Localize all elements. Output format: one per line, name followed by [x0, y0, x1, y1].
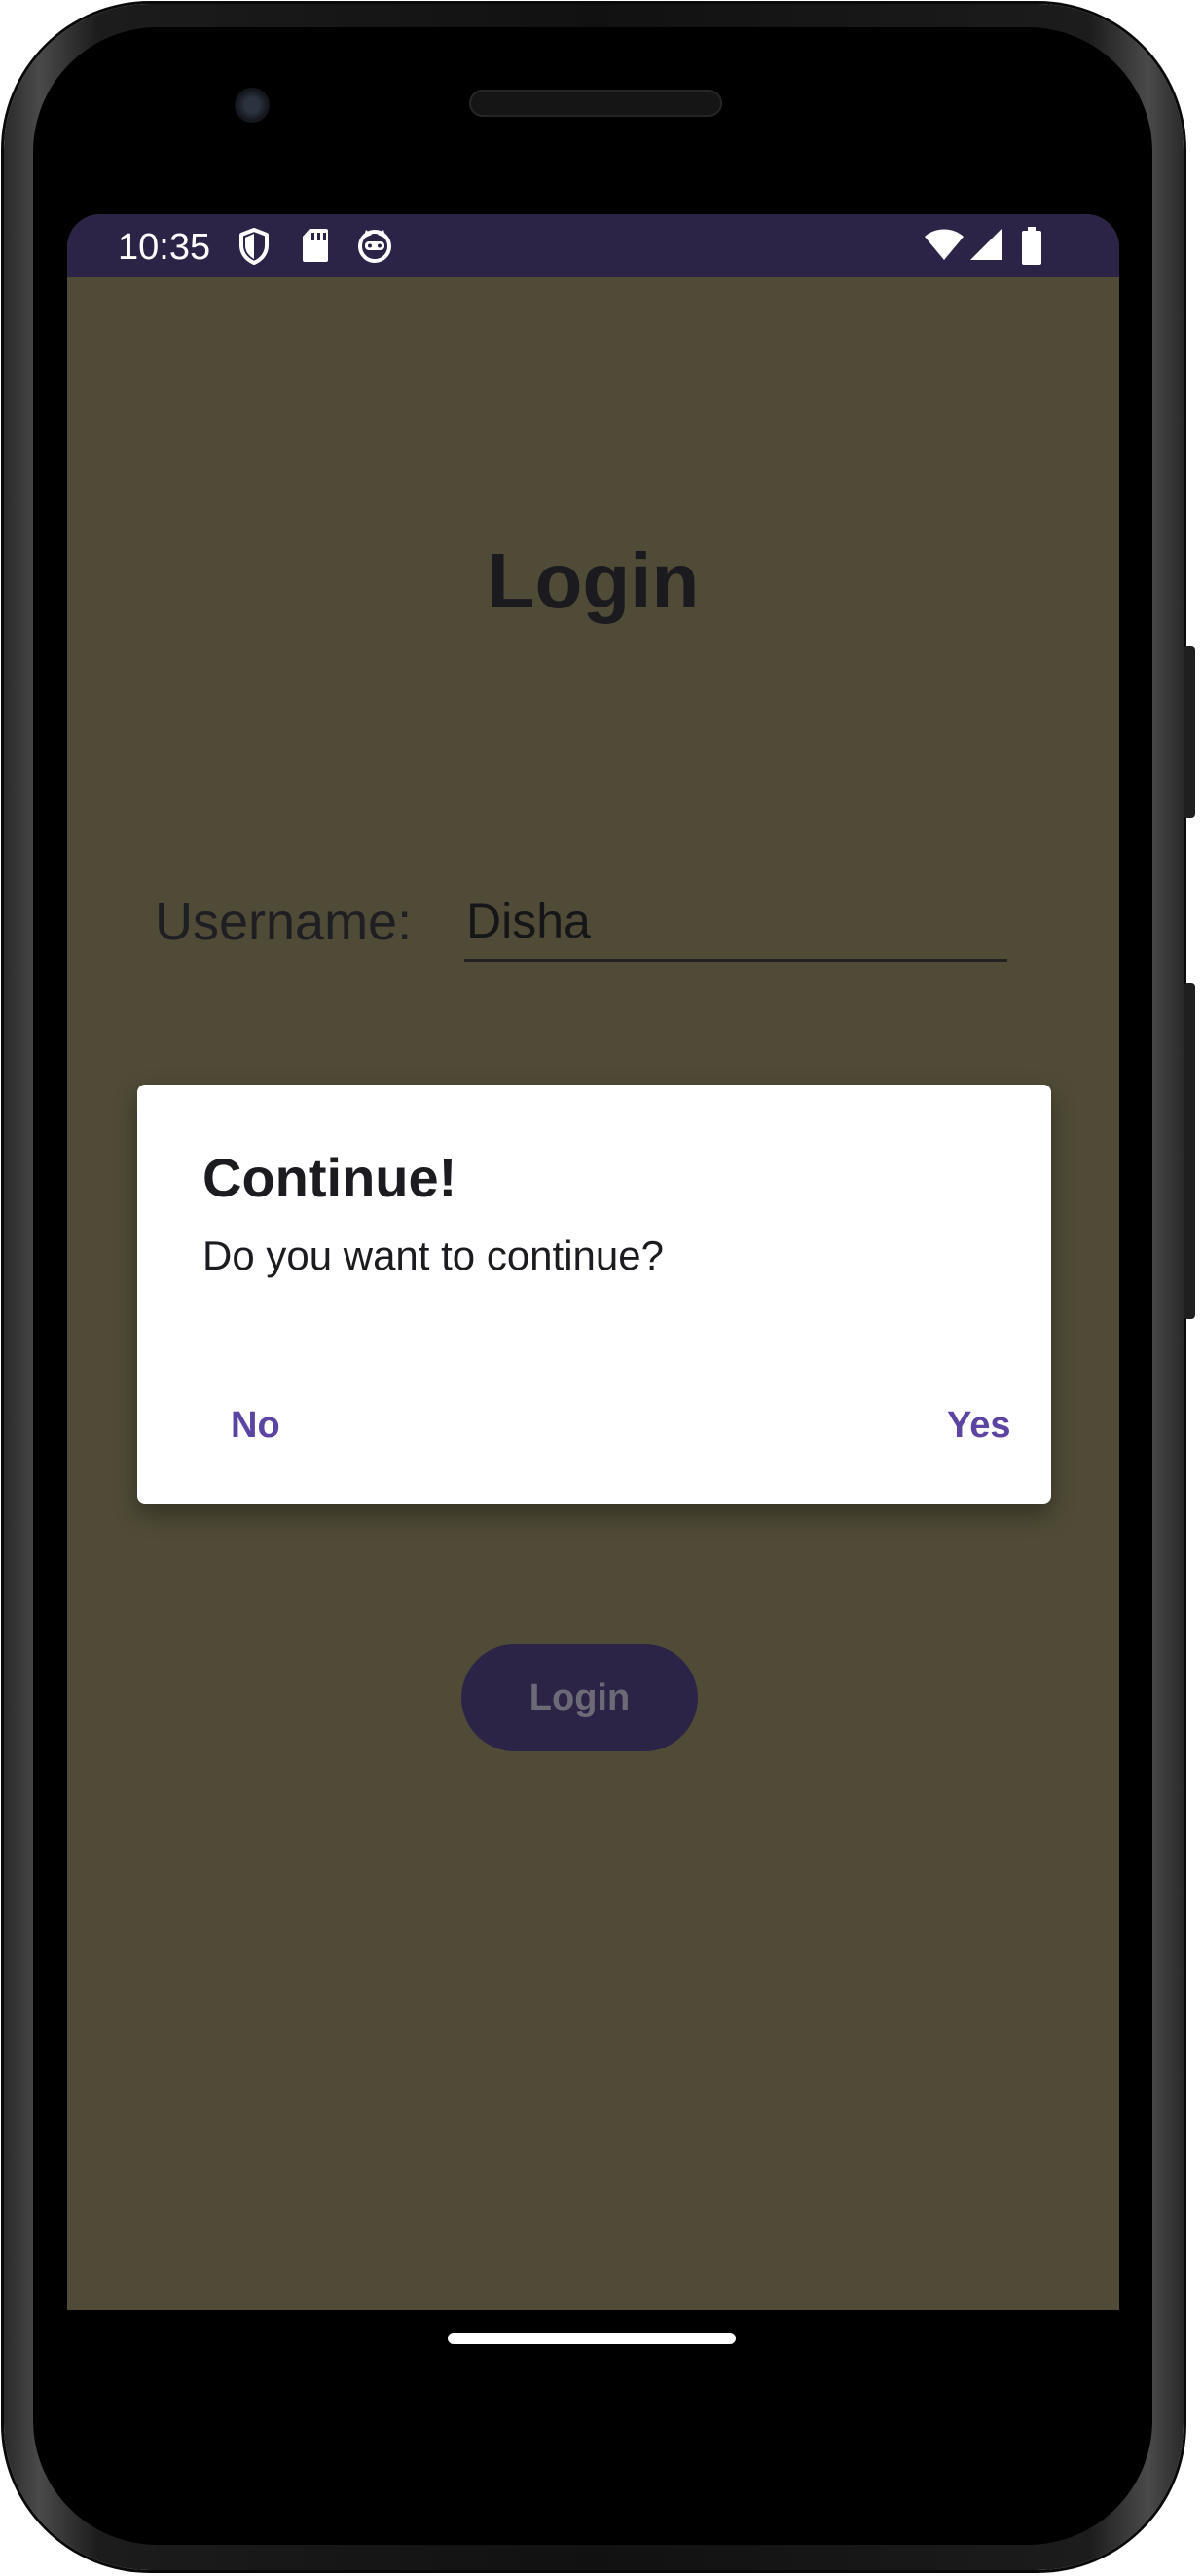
username-input[interactable]: Disha — [464, 884, 1007, 962]
front-camera — [235, 88, 270, 123]
page-title: Login — [487, 537, 700, 624]
confirm-dialog: Continue! Do you want to continue? No Ye… — [137, 1085, 1051, 1504]
home-indicator[interactable] — [448, 2333, 736, 2344]
app-screen: 10:35 Login Username: Disha Login Contin… — [67, 214, 1119, 2310]
dialog-title: Continue! — [202, 1147, 457, 1208]
status-bar: 10:35 — [67, 214, 1119, 277]
sd-card-icon — [303, 229, 328, 262]
yes-button[interactable]: Yes — [918, 1390, 1040, 1460]
battery-icon — [1022, 227, 1041, 265]
cell-signal-icon — [970, 229, 1002, 260]
earpiece-speaker — [469, 90, 722, 117]
no-button[interactable]: No — [201, 1390, 310, 1460]
shield-icon — [239, 228, 269, 265]
login-button[interactable]: Login — [461, 1644, 698, 1751]
status-time: 10:35 — [118, 227, 211, 268]
wifi-icon — [925, 229, 964, 260]
cat-face-icon — [358, 230, 391, 263]
dialog-message: Do you want to continue? — [202, 1233, 664, 1278]
volume-button — [1184, 646, 1195, 818]
username-label: Username: — [155, 893, 413, 951]
power-button — [1184, 983, 1195, 1319]
